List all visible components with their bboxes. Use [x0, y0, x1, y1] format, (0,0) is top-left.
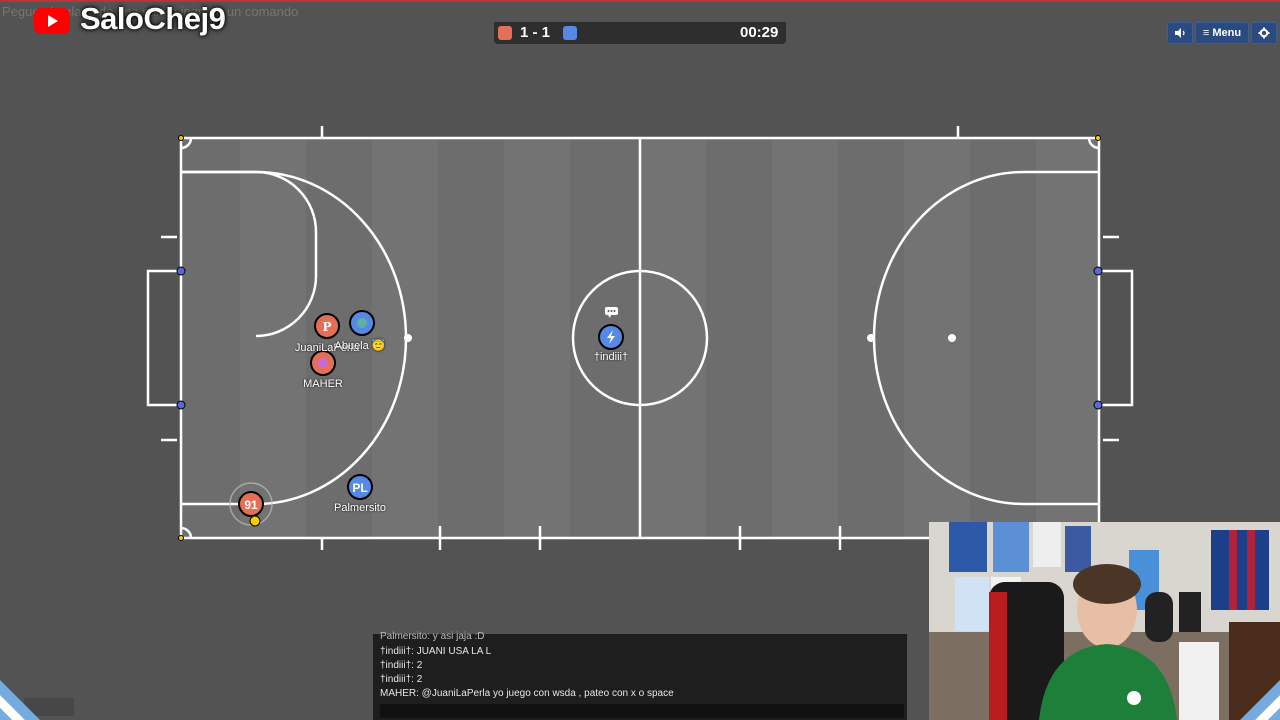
player-abuela: [349, 310, 375, 336]
player-maher: [310, 350, 336, 376]
flag-corner-left: [0, 680, 40, 720]
player-avatar: P: [322, 320, 331, 334]
chat-message: Palmersito: y asi jaja :D: [380, 631, 485, 642]
player-name: †indiii†: [593, 351, 629, 363]
chat-message: †indiii†: 2: [380, 674, 423, 685]
player-indiii: [598, 307, 624, 350]
player-palmersito: PL: [347, 474, 373, 500]
ball: [249, 515, 261, 527]
player-name: Palmersito: [334, 502, 386, 514]
player-juanilaperla: P: [314, 313, 340, 339]
webcam-overlay: [929, 522, 1280, 720]
chat-message: MAHER: @JuaniLaPerla yo juego con wsda ,…: [380, 688, 674, 699]
chat-panel: Palmersito: y asi jaja :D †indiii†: JUAN…: [373, 631, 907, 720]
chat-input[interactable]: [380, 704, 904, 718]
player-avatar: PL: [352, 481, 367, 495]
chat-message: †indiii†: 2: [380, 660, 423, 671]
flag-corner-right: [1240, 680, 1280, 720]
player-91: 91: [229, 482, 273, 527]
chat-message: †indiii†: JUANI USA LA L: [380, 646, 492, 657]
player-name: MAHER: [303, 378, 343, 390]
player-avatar: 91: [244, 498, 258, 512]
player-name: Abuela 😇: [334, 340, 386, 352]
